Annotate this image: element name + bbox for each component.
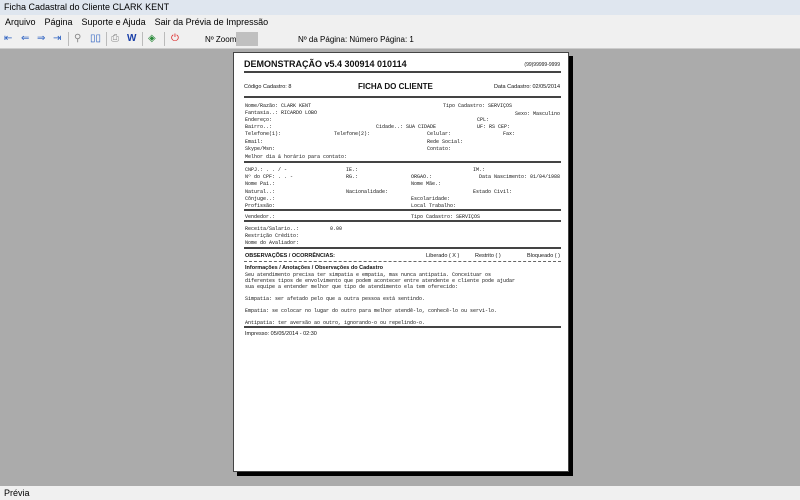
field-cidade: Cidade..: SUA CIDADE xyxy=(376,124,437,130)
field-im: IM.: xyxy=(473,167,486,173)
export-icon[interactable]: ◈ xyxy=(148,32,156,46)
field-celular: Celular: xyxy=(427,131,452,137)
window-title: Ficha Cadastral do Cliente CLARK KENT xyxy=(0,0,800,15)
field-cpf: Nº do CPF: . . - xyxy=(245,174,294,180)
field-bairro: Bairro..: xyxy=(245,124,273,130)
info-empatia: Empatia: se colocar no lugar do outro pa… xyxy=(245,308,498,314)
codigo-cadastro: Código Cadastro: 8 xyxy=(244,84,292,90)
field-melhor-dia: Melhor dia & horário para contato: xyxy=(245,154,348,160)
report-phone: (99)99999-9999 xyxy=(524,62,560,68)
first-page-icon[interactable]: ⇤ xyxy=(4,32,12,46)
field-natural: Natural..: xyxy=(245,189,276,195)
close-preview-icon[interactable]: ⏻ xyxy=(171,32,179,46)
status-bloqueado: Bloqueado ( ) xyxy=(526,253,560,259)
field-data-nascimento: Data Nascimento: 01/04/1988 xyxy=(478,174,560,180)
field-email: Email: xyxy=(245,139,264,145)
zoom-label: Nº Zoom xyxy=(205,35,237,44)
toolbar: ⇤ ⇐ ⇒ ⇥ ⚲ ▯▯ ⎙ W ◈ ⏻ Nº Zoom Nº da Págin… xyxy=(0,29,800,49)
print-icon[interactable]: ⎙ xyxy=(111,32,119,46)
prev-page-icon[interactable]: ⇐ xyxy=(21,32,29,46)
zoom-input[interactable] xyxy=(236,32,258,46)
impresso-timestamp: Impresso: 05/05/2014 - 02:30 xyxy=(245,331,317,337)
field-cnpj: CNPJ.: . . / - xyxy=(245,167,288,173)
next-page-icon[interactable]: ⇒ xyxy=(37,32,45,46)
field-conjuge: Cônjuge..: xyxy=(245,196,276,202)
field-rg: RG.: xyxy=(346,174,359,180)
menu-pagina[interactable]: Página xyxy=(45,17,73,27)
field-uf: UF: RS CEP: xyxy=(477,124,511,130)
info-simpatia: Simpatia: ser afetado pelo que a outra p… xyxy=(245,296,426,302)
field-cpl: CPL: xyxy=(477,117,490,123)
status-bar: Prévia xyxy=(0,486,800,500)
field-telefone2: Telefone(2): xyxy=(334,131,371,137)
info-line: sua equipe a entender melhor que tipo de… xyxy=(245,284,459,290)
field-nome-pai: Nome Pai.: xyxy=(245,181,276,187)
field-orgao: ORGAO.: xyxy=(411,174,433,180)
status-restrito: Restrito ( ) xyxy=(475,253,501,259)
field-avaliador: Nome do Avaliador: xyxy=(245,240,300,246)
zoom-icon[interactable]: ⚲ xyxy=(74,32,81,46)
two-pages-icon[interactable]: ▯▯ xyxy=(90,32,101,46)
field-fax: Fax: xyxy=(503,131,516,137)
field-telefone1: Telefone(1): xyxy=(245,131,282,137)
data-cadastro: Data Cadastro: 02/05/2014 xyxy=(493,84,560,90)
menu-bar: Arquivo Página Suporte e Ajuda Sair da Prév… xyxy=(0,15,800,29)
field-receita: Receita/Salario..: xyxy=(245,226,300,232)
field-endereco: Endereço: xyxy=(245,117,273,123)
field-nome: Nome/Razão: CLARK KENT xyxy=(245,103,312,109)
field-rede-social: Rede Social: xyxy=(427,139,464,145)
status-liberado: Liberado ( X ) xyxy=(426,253,460,259)
menu-sair[interactable]: Sair da Prévia de Impressão xyxy=(155,17,269,27)
field-skype: Skype/Msn: xyxy=(245,146,276,152)
field-restricao: Restrição Crédito: xyxy=(245,233,300,239)
last-page-icon[interactable]: ⇥ xyxy=(53,32,61,46)
page-number-label: Nº da Página: Número Página: 1 xyxy=(298,35,414,44)
report-heading: FICHA DO CLIENTE xyxy=(358,82,433,91)
field-contato: Contato: xyxy=(427,146,452,152)
field-ie: IE.: xyxy=(346,167,359,173)
field-nacionalidade: Nacionalidade: xyxy=(346,189,389,195)
observacoes-title: OBSERVAÇÕES / OCORRÊNCIAS: xyxy=(245,253,335,259)
field-escolaridade: Escolaridade: xyxy=(411,196,451,202)
field-tipo-cadastro: Tipo Cadastro: SERVIÇOS xyxy=(443,103,513,109)
info-title: Informações / Anotações / Observações do… xyxy=(245,265,383,271)
menu-arquivo[interactable]: Arquivo xyxy=(5,17,36,27)
field-sexo: Sexo: Masculino xyxy=(514,111,560,117)
report-title: DEMONSTRAÇÃO v5.4 300914 010114 xyxy=(244,59,407,69)
field-fantasia: Fantasia..: RICARDO LOBO xyxy=(245,110,318,116)
word-export-icon[interactable]: W xyxy=(127,32,136,46)
menu-suporte[interactable]: Suporte e Ajuda xyxy=(82,17,146,27)
field-receita-valor: 0.00 xyxy=(330,226,343,232)
report-page: DEMONSTRAÇÃO v5.4 300914 010114 (99)9999… xyxy=(233,52,569,472)
field-nome-mae: Nome Mãe.: xyxy=(411,181,442,187)
field-estado-civil: Estado Civil: xyxy=(473,189,513,195)
